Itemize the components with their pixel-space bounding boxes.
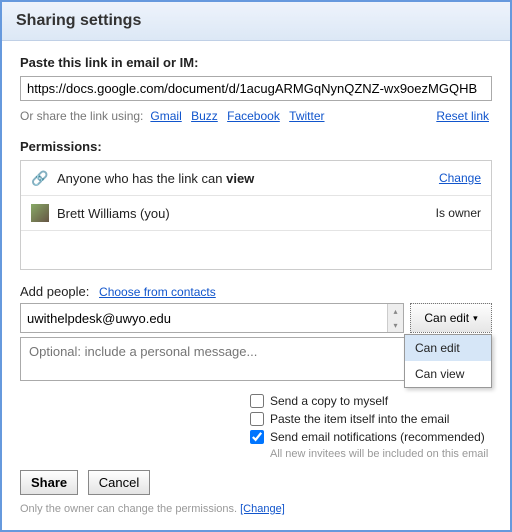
add-people-input[interactable] (20, 303, 404, 333)
dropdown-option-edit[interactable]: Can edit (405, 335, 491, 361)
globe-chain-icon: 🔗 (31, 169, 49, 187)
change-link-permission[interactable]: Change (439, 171, 481, 185)
check-copy-self-label: Send a copy to myself (270, 394, 388, 408)
avatar-icon (31, 204, 49, 222)
check-copy-self-row[interactable]: Send a copy to myself (250, 394, 492, 408)
check-paste-item[interactable] (250, 412, 264, 426)
permission-row-empty (21, 231, 491, 269)
permissions-list: 🔗 Anyone who has the link can view Chang… (20, 160, 492, 270)
add-people-label: Add people: (20, 284, 89, 299)
footer-note-text: Only the owner can change the permission… (20, 503, 240, 515)
check-paste-item-label: Paste the item itself into the email (270, 412, 449, 426)
permission-row-link: 🔗 Anyone who has the link can view Chang… (21, 161, 491, 196)
perm-user-role: Is owner (436, 206, 481, 220)
share-button[interactable]: Share (20, 470, 78, 495)
cancel-button[interactable]: Cancel (88, 470, 150, 495)
permission-dropdown-button[interactable]: Can edit (410, 303, 492, 333)
choose-from-contacts-link[interactable]: Choose from contacts (99, 285, 216, 299)
dropdown-option-view[interactable]: Can view (405, 361, 491, 387)
perm-link-action: view (226, 171, 254, 186)
permission-dropdown-menu: Can edit Can view (404, 334, 492, 388)
check-notify-label: Send email notifications (recommended) (270, 430, 485, 444)
check-notify-row[interactable]: Send email notifications (recommended) (250, 430, 492, 444)
check-copy-self[interactable] (250, 394, 264, 408)
share-link-buzz[interactable]: Buzz (191, 109, 218, 123)
share-url-input[interactable] (20, 76, 492, 101)
check-paste-item-row[interactable]: Paste the item itself into the email (250, 412, 492, 426)
input-scroll-arrows[interactable]: ▴▾ (387, 304, 403, 332)
paste-link-label: Paste this link in email or IM: (20, 55, 492, 70)
share-link-twitter[interactable]: Twitter (289, 109, 324, 123)
share-using-label: Or share the link using: (20, 109, 143, 123)
footer-change-link[interactable]: [Change] (240, 503, 285, 515)
check-notify[interactable] (250, 430, 264, 444)
reset-link[interactable]: Reset link (436, 109, 489, 123)
share-link-gmail[interactable]: Gmail (150, 109, 181, 123)
perm-link-text: Anyone who has the link can (57, 171, 226, 186)
permissions-label: Permissions: (20, 139, 492, 154)
perm-user-name: Brett Williams (you) (57, 206, 436, 221)
dialog-title: Sharing settings (2, 2, 510, 41)
sharing-dialog: Sharing settings Paste this link in emai… (0, 0, 512, 532)
permission-row-owner: Brett Williams (you) Is owner (21, 196, 491, 231)
invitee-note: All new invitees will be included on thi… (270, 448, 492, 460)
share-link-facebook[interactable]: Facebook (227, 109, 280, 123)
